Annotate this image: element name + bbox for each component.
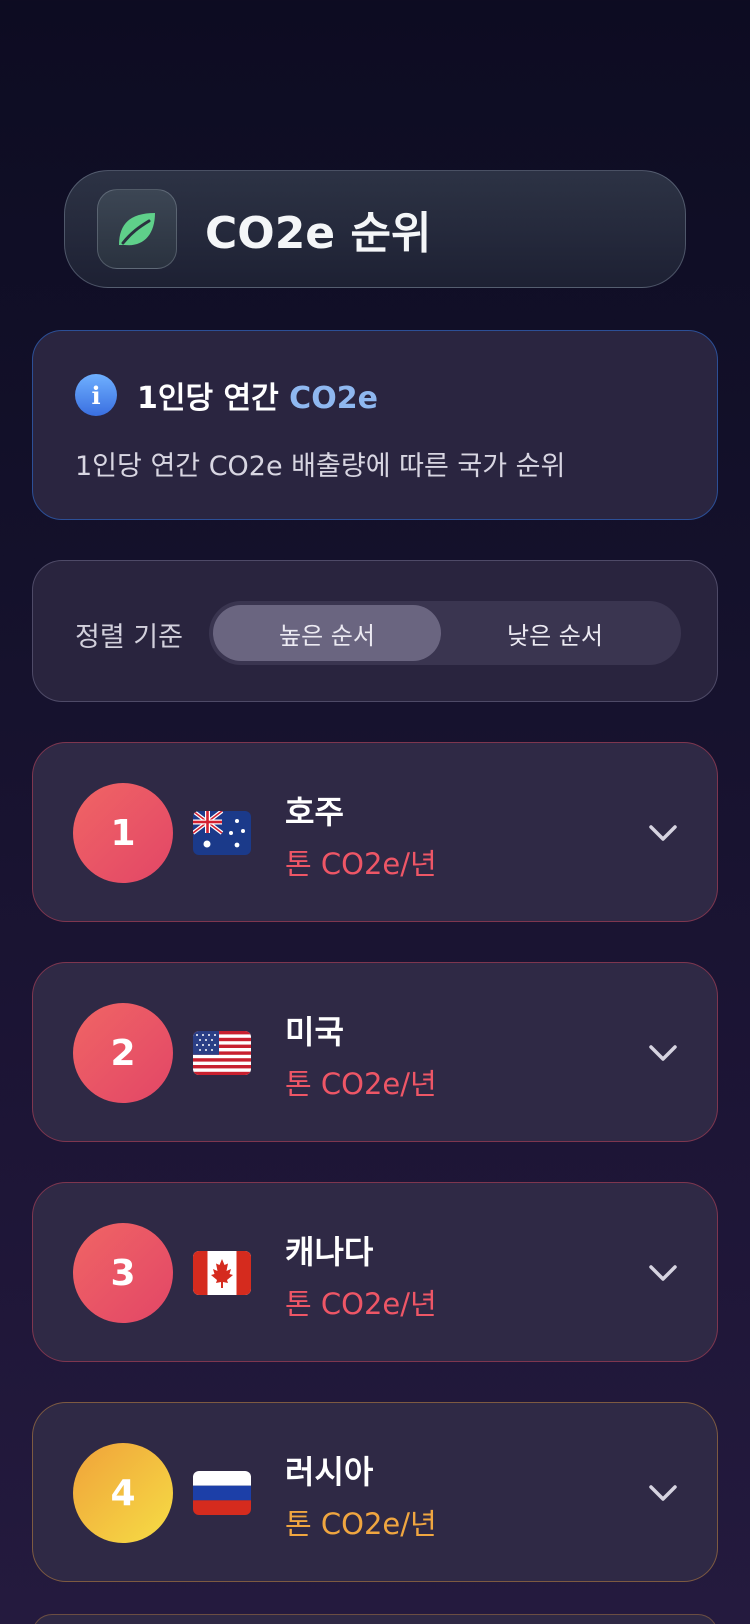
info-icon: i [75, 374, 117, 416]
info-description: 1인당 연간 CO2e 배출량에 따른 국가 순위 [75, 451, 566, 482]
info-card: i 1인당 연간 CO2e 1인당 연간 CO2e 배출량에 따른 국가 순위 [32, 330, 718, 520]
country-name: 호주 [285, 793, 344, 831]
canada-flag-icon [193, 1251, 251, 1295]
australia-flag-icon [193, 811, 251, 855]
rank-badge: 3 [73, 1223, 173, 1323]
chevron-down-icon[interactable] [645, 1039, 681, 1067]
sort-card: 정렬 기준 높은 순서 낮은 순서 [32, 560, 718, 702]
leaf-icon [119, 213, 155, 246]
emission-unit: 톤 CO2e/년 [285, 847, 437, 881]
app-logo [97, 189, 177, 269]
ranking-card-partial[interactable] [32, 1614, 718, 1624]
info-title-main: 1인당 연간 [137, 381, 279, 416]
ranking-card[interactable]: 1 호주 톤 CO2e/년 [32, 742, 718, 922]
rank-badge: 1 [73, 783, 173, 883]
sort-segmented-control: 높은 순서 낮은 순서 [209, 601, 681, 665]
country-name: 미국 [285, 1013, 344, 1051]
chevron-down-icon[interactable] [645, 1479, 681, 1507]
chevron-down-icon[interactable] [645, 1259, 681, 1287]
country-name: 캐나다 [285, 1233, 374, 1271]
ranking-card[interactable]: 2 미국 톤 CO2e/년 [32, 962, 718, 1142]
info-header: i 1인당 연간 CO2e [75, 373, 378, 417]
sort-label: 정렬 기준 [75, 622, 183, 653]
sort-ascending-button[interactable]: 낮은 순서 [441, 605, 669, 661]
info-title: 1인당 연간 CO2e [137, 373, 378, 417]
rank-badge: 4 [73, 1443, 173, 1543]
emission-unit: 톤 CO2e/년 [285, 1067, 437, 1101]
chevron-down-icon[interactable] [645, 819, 681, 847]
emission-unit: 톤 CO2e/년 [285, 1507, 437, 1541]
rank-badge: 2 [73, 1003, 173, 1103]
info-title-accent: CO2e [289, 381, 378, 416]
emission-unit: 톤 CO2e/년 [285, 1287, 437, 1321]
ranking-card[interactable]: 4 러시아 톤 CO2e/년 [32, 1402, 718, 1582]
page-header: CO2e 순위 [64, 170, 686, 288]
usa-flag-icon [193, 1031, 251, 1075]
ranking-card[interactable]: 3 캐나다 톤 CO2e/년 [32, 1182, 718, 1362]
country-name: 러시아 [285, 1453, 374, 1491]
page-title: CO2e 순위 [205, 208, 432, 259]
russia-flag-icon [193, 1471, 251, 1515]
sort-descending-button[interactable]: 높은 순서 [213, 605, 441, 661]
